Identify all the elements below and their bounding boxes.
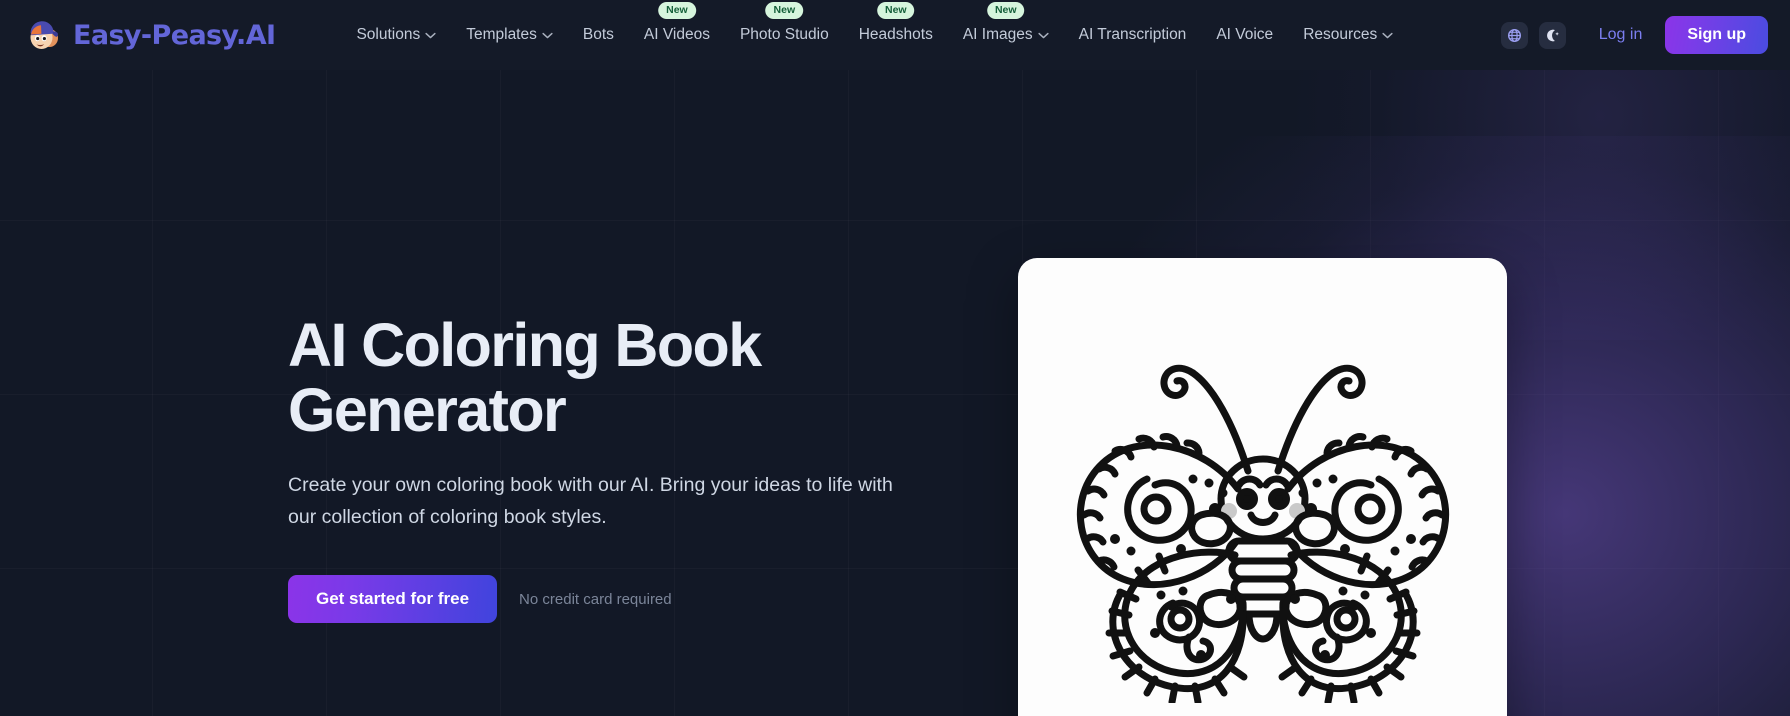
nav-item-bots[interactable]: Bots bbox=[568, 16, 629, 54]
hero-artwork-wrapper bbox=[1018, 258, 1507, 716]
page-title: AI Coloring Book Generator bbox=[288, 311, 762, 444]
nav-item-label: Photo Studio bbox=[739, 26, 829, 43]
nav-actions: Log in Sign up bbox=[1500, 16, 1768, 54]
nav-item-label: Resources bbox=[1303, 26, 1378, 43]
hero-subtitle: Create your own coloring book with our A… bbox=[288, 474, 893, 528]
theme-toggle-button[interactable] bbox=[1538, 21, 1566, 49]
moon-dark-mode-icon bbox=[1546, 29, 1559, 41]
hero-cta-row: Get started for free No credit card requ… bbox=[288, 575, 928, 624]
nav-item-label: Solutions bbox=[356, 26, 421, 43]
nav-item-resources[interactable]: Resources bbox=[1288, 16, 1408, 54]
nav-item-label: Templates bbox=[466, 26, 537, 43]
nav-item-label: Bots bbox=[582, 26, 614, 43]
nav-item-label: AI Voice bbox=[1216, 26, 1274, 43]
page-root: Easy-Peasy.AI Solutions Templates Bots N… bbox=[0, 0, 1790, 716]
butterfly-coloring-page bbox=[1076, 364, 1449, 703]
new-badge: New bbox=[658, 2, 696, 20]
brand-name: Easy-Peasy.AI bbox=[73, 19, 276, 51]
nav-item-headshots[interactable]: New Headshots bbox=[844, 2, 948, 54]
nav-item-label: Headshots bbox=[858, 26, 933, 43]
chevron-down-icon bbox=[1382, 32, 1393, 38]
nav-links: Solutions Templates Bots New AI Videos N… bbox=[341, 2, 1408, 54]
nav-item-label: AI Transcription bbox=[1078, 26, 1187, 43]
login-link[interactable]: Log in bbox=[1587, 20, 1655, 50]
nav-item-ai-images[interactable]: New AI Images bbox=[948, 2, 1064, 54]
no-credit-card-note: No credit card required bbox=[519, 590, 672, 608]
new-badge: New bbox=[986, 2, 1025, 20]
get-started-button[interactable]: Get started for free bbox=[288, 575, 498, 624]
signup-button[interactable]: Sign up bbox=[1665, 16, 1768, 54]
brand-logo[interactable]: Easy-Peasy.AI bbox=[22, 14, 276, 56]
hero-section: AI Coloring Book Generator Create your o… bbox=[0, 70, 1790, 716]
nav-item-label: AI Images bbox=[962, 26, 1033, 43]
language-selector-button[interactable] bbox=[1500, 21, 1528, 49]
hero-copy: AI Coloring Book Generator Create your o… bbox=[288, 70, 928, 624]
chevron-down-icon bbox=[542, 32, 553, 38]
new-badge: New bbox=[765, 2, 804, 20]
chevron-down-icon bbox=[1038, 32, 1049, 38]
new-badge: New bbox=[876, 2, 915, 20]
nav-item-ai-transcription[interactable]: AI Transcription bbox=[1064, 16, 1202, 54]
nav-item-label: AI Videos bbox=[643, 26, 710, 43]
coloring-page-card[interactable] bbox=[1018, 258, 1507, 716]
nav-item-photo-studio[interactable]: New Photo Studio bbox=[725, 2, 844, 54]
chevron-down-icon bbox=[425, 32, 436, 38]
mascot-face-icon bbox=[22, 14, 64, 56]
top-navigation-bar: Easy-Peasy.AI Solutions Templates Bots N… bbox=[0, 0, 1790, 70]
nav-item-solutions[interactable]: Solutions bbox=[341, 16, 451, 54]
nav-item-ai-voice[interactable]: AI Voice bbox=[1201, 16, 1288, 54]
globe-icon bbox=[1507, 28, 1521, 42]
nav-item-templates[interactable]: Templates bbox=[451, 16, 568, 54]
nav-item-ai-videos[interactable]: New AI Videos bbox=[629, 2, 725, 54]
